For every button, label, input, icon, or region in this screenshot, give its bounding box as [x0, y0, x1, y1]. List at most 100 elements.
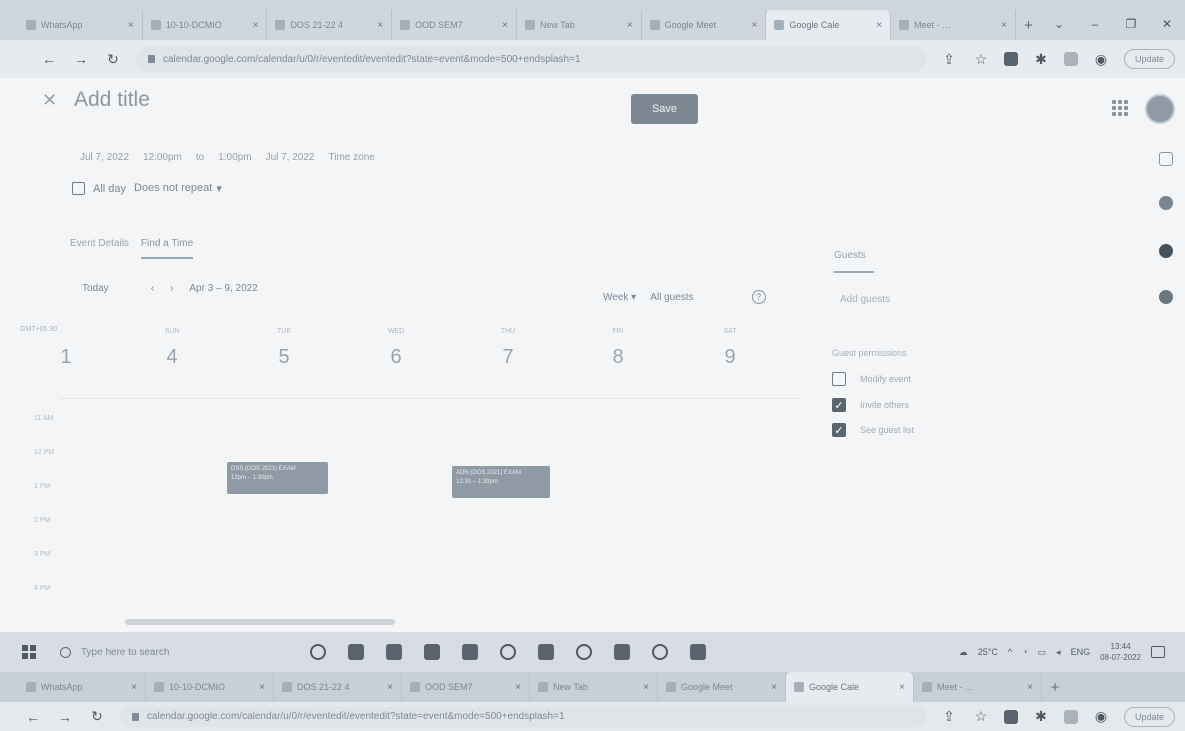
- close-tab-icon[interactable]: ×: [1027, 682, 1033, 693]
- browser-tab[interactable]: 10-10-DCMIO ×: [146, 672, 274, 702]
- time-zone-link[interactable]: Time zone: [329, 152, 375, 163]
- extension-icon[interactable]: [1003, 709, 1018, 724]
- task-view-icon[interactable]: [348, 644, 364, 660]
- close-tab-icon[interactable]: ×: [259, 682, 265, 693]
- app-icon[interactable]: [386, 644, 402, 660]
- save-button[interactable]: Save: [631, 94, 698, 124]
- browser-tab[interactable]: WhatsApp ×: [18, 10, 143, 40]
- network-icon[interactable]: ◔: [1022, 647, 1027, 657]
- today-button[interactable]: Today: [82, 283, 109, 294]
- repeat-dropdown[interactable]: Does not repeat ▾: [134, 182, 222, 195]
- notification-icon[interactable]: [1151, 646, 1165, 658]
- lock-icon[interactable]: [132, 712, 139, 721]
- new-tab-button[interactable]: +: [1042, 672, 1068, 702]
- weather-icon[interactable]: ☁: [959, 647, 968, 658]
- browser-tab[interactable]: 10-10-DCMIO ×: [143, 10, 268, 40]
- browser-tab[interactable]: Google Meet ×: [658, 672, 786, 702]
- add-guests-input[interactable]: [840, 294, 1060, 305]
- close-tab-icon[interactable]: ×: [627, 20, 633, 31]
- extensions-puzzle-icon[interactable]: ✱: [1032, 51, 1050, 68]
- permission-modify-event[interactable]: Modify event: [832, 372, 911, 386]
- browser-tab[interactable]: Google Meet ×: [642, 10, 767, 40]
- cortana-icon[interactable]: [310, 644, 326, 660]
- tray-chevron-icon[interactable]: ^: [1008, 647, 1012, 657]
- close-tab-icon[interactable]: ×: [751, 20, 757, 31]
- browser-tab[interactable]: OOD SEM7 ×: [402, 672, 530, 702]
- tab-search-icon[interactable]: ⌄: [1041, 8, 1077, 40]
- sidebar-icon[interactable]: [1063, 52, 1078, 66]
- minimize-icon[interactable]: –: [1077, 8, 1113, 40]
- apps-grid-icon[interactable]: [1112, 100, 1128, 116]
- event-title-input[interactable]: [74, 88, 494, 112]
- close-window-icon[interactable]: ✕: [1149, 8, 1185, 40]
- tab-event-details[interactable]: Event Details: [70, 238, 129, 259]
- chrome-icon[interactable]: [538, 644, 554, 660]
- calendar-event[interactable]: DSS (DOS 2021) EXAM 12pm – 1:30pm: [227, 462, 328, 494]
- close-tab-icon[interactable]: ×: [876, 20, 882, 31]
- browser-icon[interactable]: [576, 644, 592, 660]
- back-icon[interactable]: ←: [24, 709, 42, 725]
- browser-tab[interactable]: DOS 21-22 4 ×: [267, 10, 393, 40]
- end-time[interactable]: 1:00pm: [218, 152, 251, 163]
- reload-icon[interactable]: ↻: [104, 51, 122, 68]
- horizontal-scrollbar[interactable]: [125, 619, 395, 625]
- explorer-icon[interactable]: [614, 644, 630, 660]
- close-tab-icon[interactable]: ×: [502, 20, 508, 31]
- guests-filter-dropdown[interactable]: All guests: [650, 292, 693, 303]
- update-button[interactable]: Update: [1123, 706, 1175, 727]
- powerpoint-icon[interactable]: [690, 644, 706, 660]
- bookmark-star-icon[interactable]: ☆: [972, 51, 990, 68]
- view-dropdown[interactable]: Week ▾: [603, 292, 636, 303]
- close-tab-icon[interactable]: ×: [131, 682, 137, 693]
- browser-tab[interactable]: Meet - … ×: [914, 672, 1042, 702]
- end-date[interactable]: Jul 7, 2022: [266, 152, 315, 163]
- edge-icon[interactable]: [500, 644, 516, 660]
- next-week-icon[interactable]: ›: [170, 283, 173, 294]
- reload-icon[interactable]: ↻: [88, 708, 106, 725]
- lock-icon[interactable]: [148, 55, 155, 63]
- calculator-icon[interactable]: [424, 644, 440, 660]
- close-tab-icon[interactable]: ×: [1001, 20, 1007, 31]
- maximize-icon[interactable]: ❐: [1113, 8, 1149, 40]
- extension-icon[interactable]: [1003, 52, 1018, 66]
- sidebar-icon[interactable]: [1063, 709, 1078, 724]
- tab-guests[interactable]: Guests: [834, 250, 874, 273]
- tasks-icon[interactable]: [1159, 152, 1173, 166]
- taskbar-search[interactable]: Type here to search: [60, 646, 280, 658]
- bookmark-star-icon[interactable]: ☆: [972, 708, 990, 725]
- browser-tab[interactable]: OOD SEM7 ×: [392, 10, 517, 40]
- language-indicator[interactable]: ENG: [1071, 647, 1091, 657]
- calendar-event[interactable]: ADN (DOS 2021) EXAM 12:30 – 1:30pm: [452, 466, 550, 498]
- back-icon[interactable]: ←: [40, 51, 58, 67]
- battery-icon[interactable]: ▭: [1038, 647, 1047, 658]
- browser-tab[interactable]: New Tab ×: [530, 672, 658, 702]
- forward-icon[interactable]: →: [72, 51, 90, 67]
- browser-tab[interactable]: WhatsApp ×: [18, 672, 146, 702]
- keep-icon[interactable]: [1159, 196, 1173, 210]
- profile-icon[interactable]: ◉: [1092, 51, 1110, 68]
- permission-see-guest-list[interactable]: ✓ See guest list: [832, 423, 914, 437]
- close-tab-icon[interactable]: ×: [253, 20, 259, 31]
- volume-icon[interactable]: ◂: [1056, 647, 1061, 658]
- extensions-puzzle-icon[interactable]: ✱: [1032, 708, 1050, 725]
- prev-week-icon[interactable]: ‹: [151, 283, 154, 294]
- browser-tab[interactable]: New Tab ×: [517, 10, 642, 40]
- tab-find-a-time[interactable]: Find a Time: [140, 238, 194, 259]
- checkbox-checked[interactable]: ✓: [832, 423, 846, 437]
- start-time[interactable]: 12:00pm: [143, 152, 182, 163]
- checkbox-checked[interactable]: ✓: [832, 398, 846, 412]
- browser-tab[interactable]: Meet - … ×: [891, 10, 1016, 40]
- allday-checkbox[interactable]: [72, 182, 85, 195]
- update-button[interactable]: Update: [1123, 49, 1175, 69]
- magnifier-icon[interactable]: [652, 644, 668, 660]
- close-tab-icon[interactable]: ×: [128, 20, 134, 31]
- store-icon[interactable]: [462, 644, 478, 660]
- profile-icon[interactable]: ◉: [1092, 708, 1110, 725]
- share-icon[interactable]: ⇪: [940, 51, 958, 68]
- new-tab-button[interactable]: +: [1016, 10, 1041, 40]
- help-icon[interactable]: ?: [751, 290, 766, 304]
- temperature[interactable]: 25°C: [978, 647, 998, 657]
- share-icon[interactable]: ⇪: [940, 708, 958, 725]
- close-tab-icon[interactable]: ×: [643, 682, 649, 693]
- close-icon[interactable]: ✕: [42, 90, 57, 111]
